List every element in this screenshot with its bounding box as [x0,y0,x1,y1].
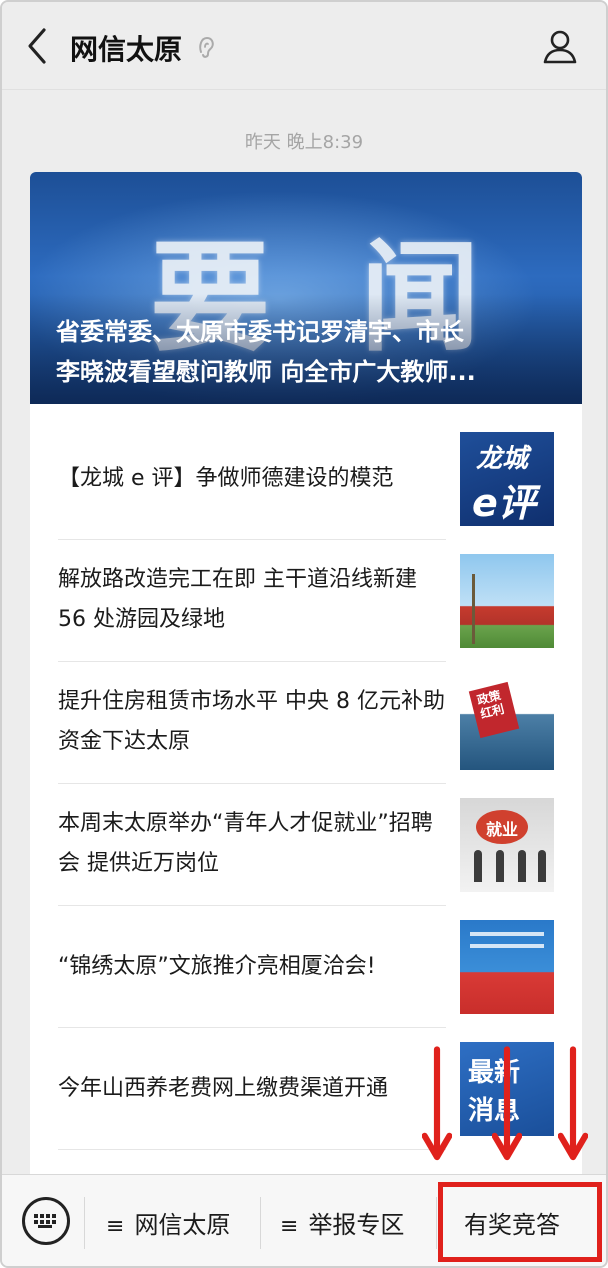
list-item[interactable]: 提升住房租赁市场水平 中央 8 亿元补助资金下达太原 政策红利 [58,662,554,784]
thumb-decor [470,944,544,948]
annotation-down-arrow-icon [558,1046,588,1161]
item-thumbnail: 政策红利 [460,676,554,770]
thumb-text: 政策红利 [475,688,506,722]
annotation-down-arrow-icon [492,1046,522,1161]
list-item[interactable]: 解放路改造完工在即 主干道沿线新建 56 处游园及绿地 [58,540,554,662]
annotation-down-arrow-icon [422,1046,452,1161]
page-title: 网信太原 [70,33,183,66]
user-profile-icon[interactable] [540,26,580,66]
thumb-decor: 政策红利 [468,681,520,739]
menu-divider [84,1197,85,1249]
list-item[interactable]: 今年山西养老费网上缴费渠道开通 最新 消息 [58,1028,554,1150]
menu-divider [260,1197,261,1249]
item-title: 提升住房租赁市场水平 中央 8 亿元补助资金下达太原 [58,689,445,754]
item-thumbnail [460,920,554,1014]
cover-headline-line1: 省委常委、太原市委书记罗清宇、市长 [56,318,464,346]
menu-item-label: 网信太原 [134,1211,231,1239]
cover-headline-line2: 李晓波看望慰问教师 向全市广大教师... [56,358,476,386]
item-thumbnail: 龙城 e评 [460,432,554,526]
thumb-decor [470,932,544,936]
list-item[interactable]: 【龙城 e 评】争做师德建设的模范 龙城 e评 [58,418,554,540]
cover-article[interactable]: 要闻 省委常委、太原市委书记罗清宇、市长 李晓波看望慰问教师 向全市广大教师..… [30,172,582,404]
thumb-decor [472,574,475,644]
divider [58,1149,446,1150]
menu-item-label: 举报专区 [308,1211,405,1239]
menu-list-icon: ≡ [280,1214,299,1239]
thumb-text: 龙城 [476,444,529,474]
keyboard-icon[interactable] [22,1197,70,1245]
ear-icon [195,34,217,60]
list-item[interactable]: “锦绣太原”文旅推介亮相厦洽会! [58,906,554,1028]
chevron-left-icon[interactable] [20,24,60,68]
annotation-highlight-box [438,1182,602,1262]
thumb-decor [538,850,546,882]
item-title: 本周末太原举办“青年人才促就业”招聘会 提供近万岗位 [58,811,433,876]
item-title: “锦绣太原”文旅推介亮相厦洽会! [58,954,376,979]
thumb-decor [496,850,504,882]
item-thumbnail: 就业 [460,798,554,892]
list-item[interactable]: 本周末太原举办“青年人才促就业”招聘会 提供近万岗位 就业 [58,784,554,906]
thumb-decor [474,850,482,882]
item-title: 今年山西养老费网上缴费渠道开通 [58,1076,389,1101]
thumb-decor [518,850,526,882]
cover-headline: 省委常委、太原市委书记罗清宇、市长 李晓波看望慰问教师 向全市广大教师... [56,312,566,392]
item-title: 解放路改造完工在即 主干道沿线新建 56 处游园及绿地 [58,567,417,632]
menu-item-report-zone[interactable]: ≡ 举报专区 [280,1203,404,1247]
thumb-text: 就业 [486,820,519,839]
menu-item-wangxin-taiyuan[interactable]: ≡ 网信太原 [106,1203,230,1247]
item-title: 【龙城 e 评】争做师德建设的模范 [58,466,394,491]
item-thumbnail [460,554,554,648]
thumb-text: e评 [472,481,536,525]
menu-divider [436,1197,437,1249]
message-timestamp: 昨天 晚上8:39 [244,132,364,153]
header-bar: 网信太原 [2,2,606,90]
menu-list-icon: ≡ [106,1214,125,1239]
phone-frame: 网信太原 昨天 晚上8:39 要闻 省委常委、太原市委书记罗清宇、市长 李晓波看… [0,0,608,1268]
thumb-decor: 就业 [476,810,528,844]
article-card: 要闻 省委常委、太原市委书记罗清宇、市长 李晓波看望慰问教师 向全市广大教师..… [30,172,582,1182]
